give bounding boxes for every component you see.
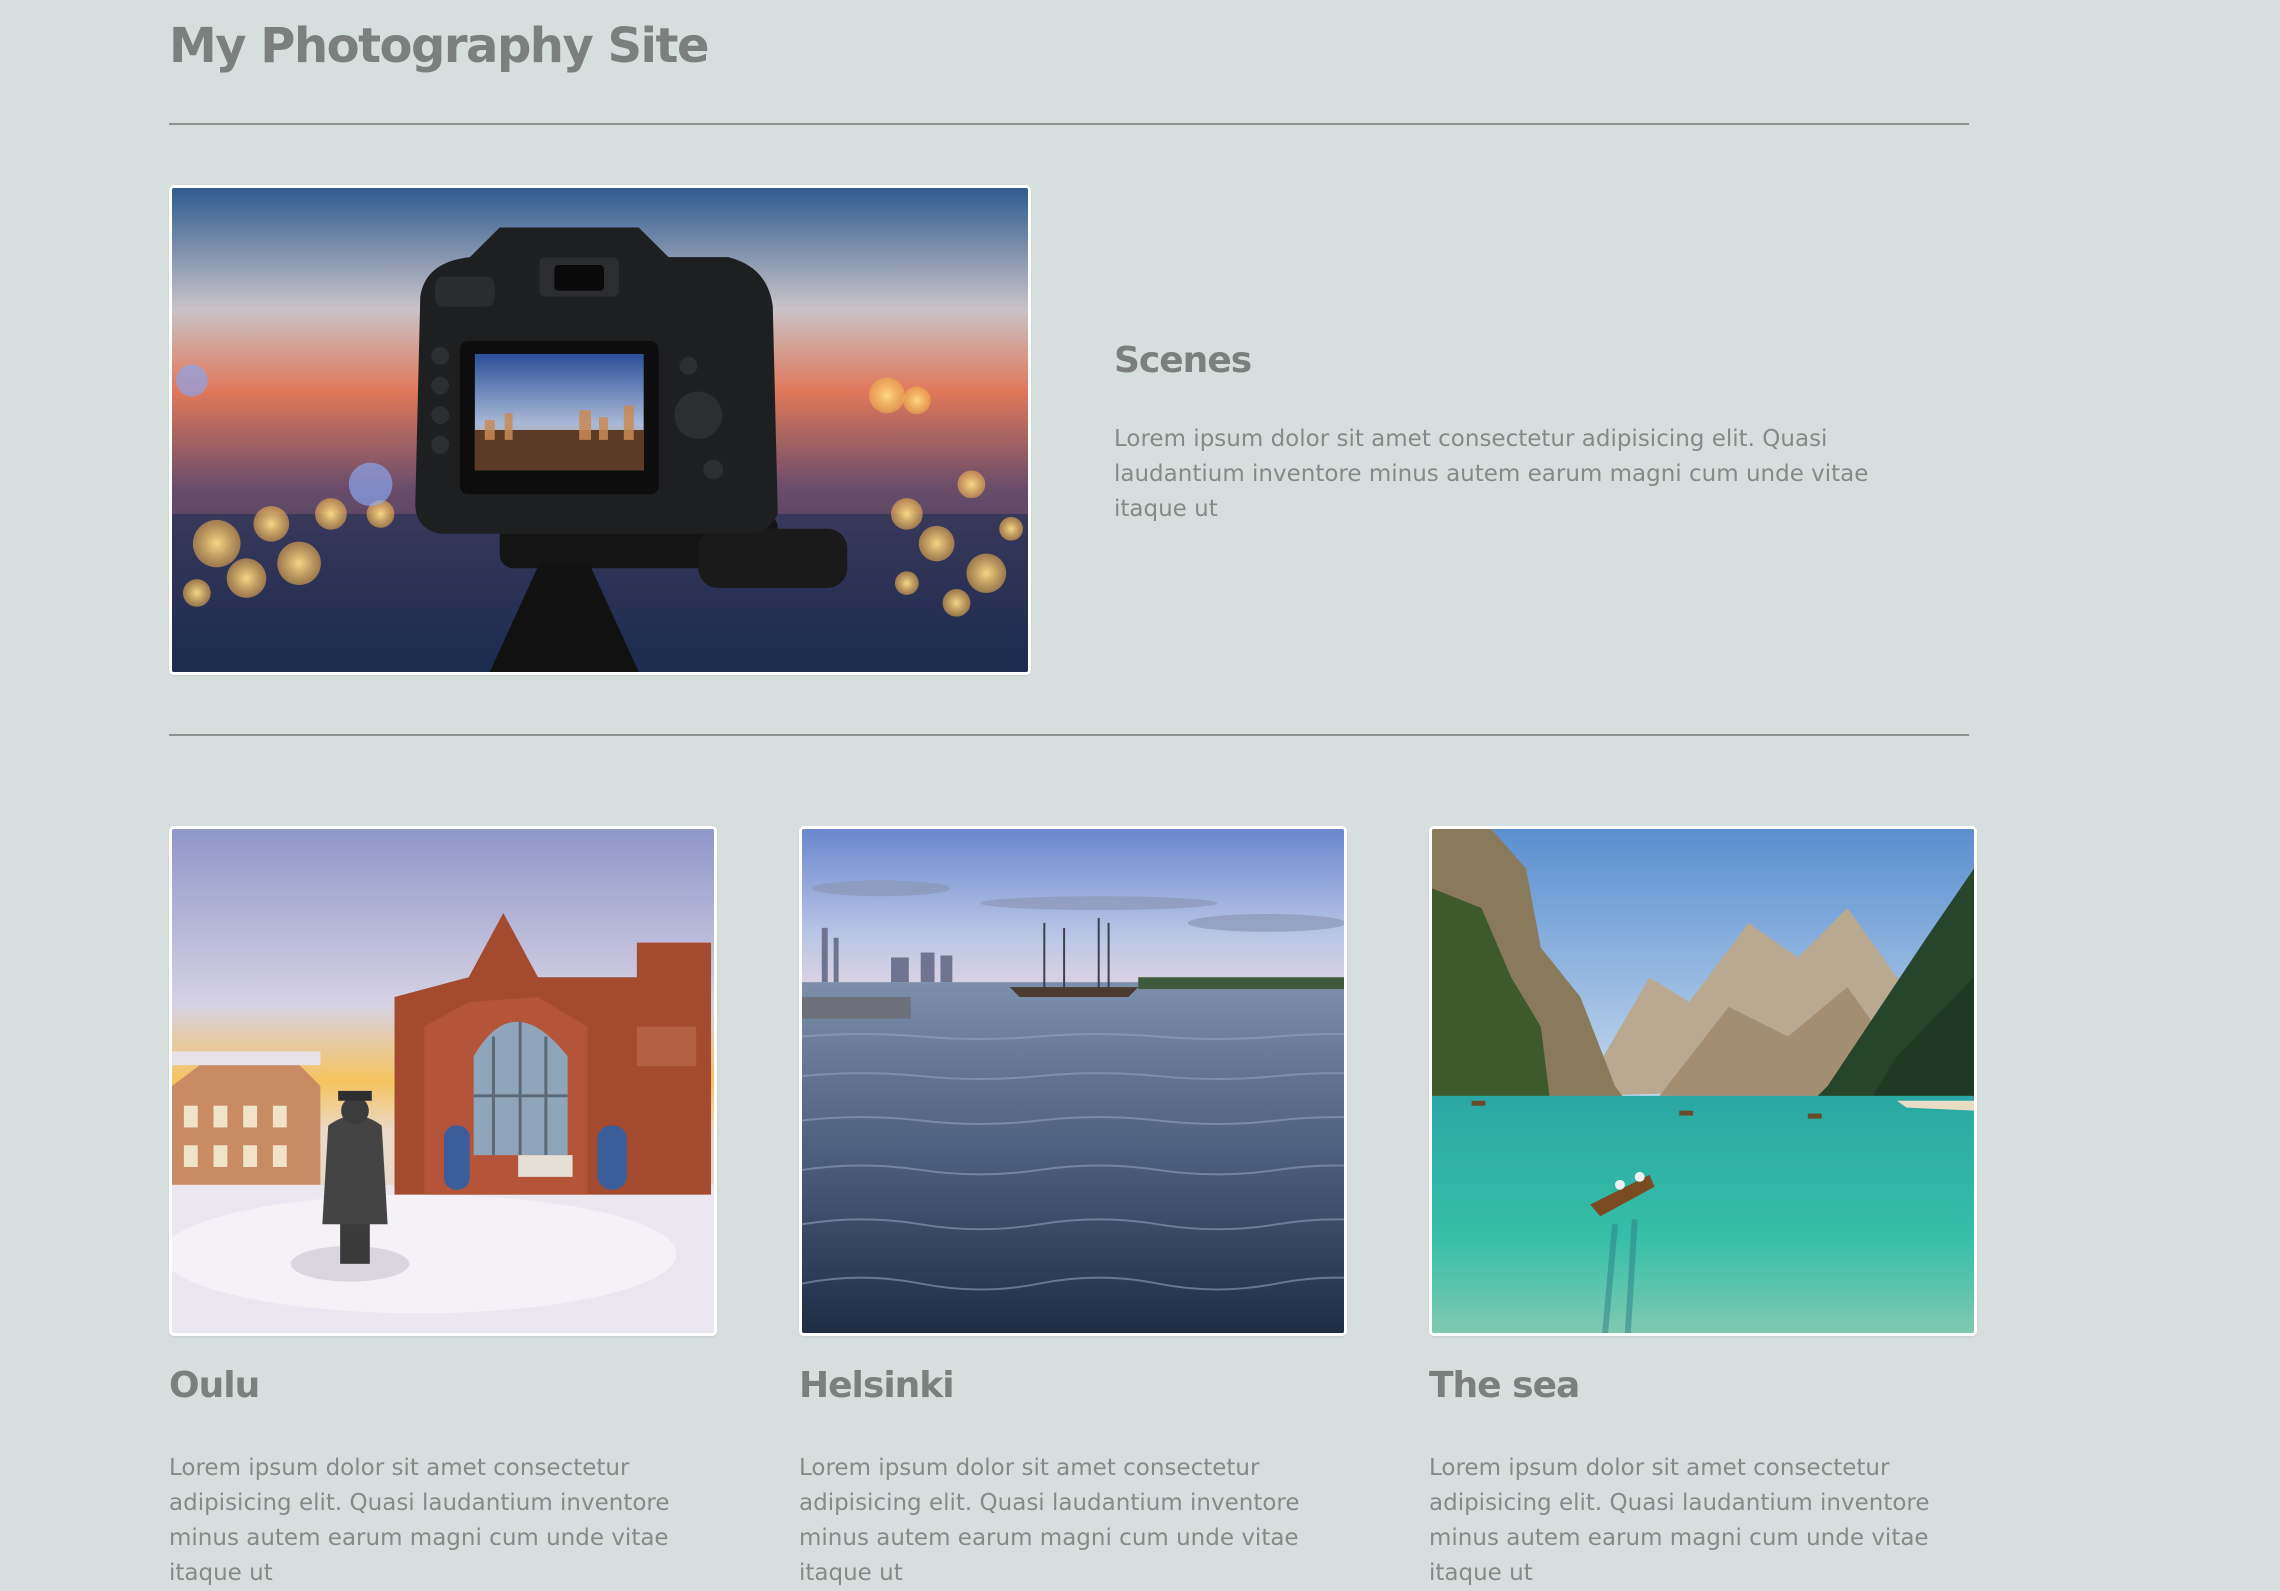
oulu-market-hall-image — [172, 829, 714, 1333]
camera-on-tripod-image — [172, 188, 1028, 672]
sea-photo — [1429, 826, 1977, 1336]
helsinki-photo — [799, 826, 1347, 1336]
helsinki-heading: Helsinki — [799, 1365, 955, 1406]
oulu-photo — [169, 826, 717, 1336]
scenes-description: Lorem ipsum dolor sit amet consectetur a… — [1114, 426, 1869, 522]
header-divider — [169, 123, 1969, 125]
site-title: My Photography Site — [169, 18, 710, 74]
mountain-lake-image — [1432, 829, 1974, 1333]
helsinki-harbor-image — [802, 829, 1344, 1333]
helsinki-description: Lorem ipsum dolor sit amet consectetur a… — [799, 1455, 1300, 1586]
sea-description: Lorem ipsum dolor sit amet consectetur a… — [1429, 1455, 1930, 1586]
section-divider — [169, 734, 1969, 736]
oulu-heading: Oulu — [169, 1365, 260, 1406]
oulu-description: Lorem ipsum dolor sit amet consectetur a… — [169, 1455, 670, 1586]
scenes-photo — [169, 185, 1031, 675]
scenes-heading: Scenes — [1114, 340, 1252, 381]
sea-heading: The sea — [1429, 1365, 1580, 1406]
